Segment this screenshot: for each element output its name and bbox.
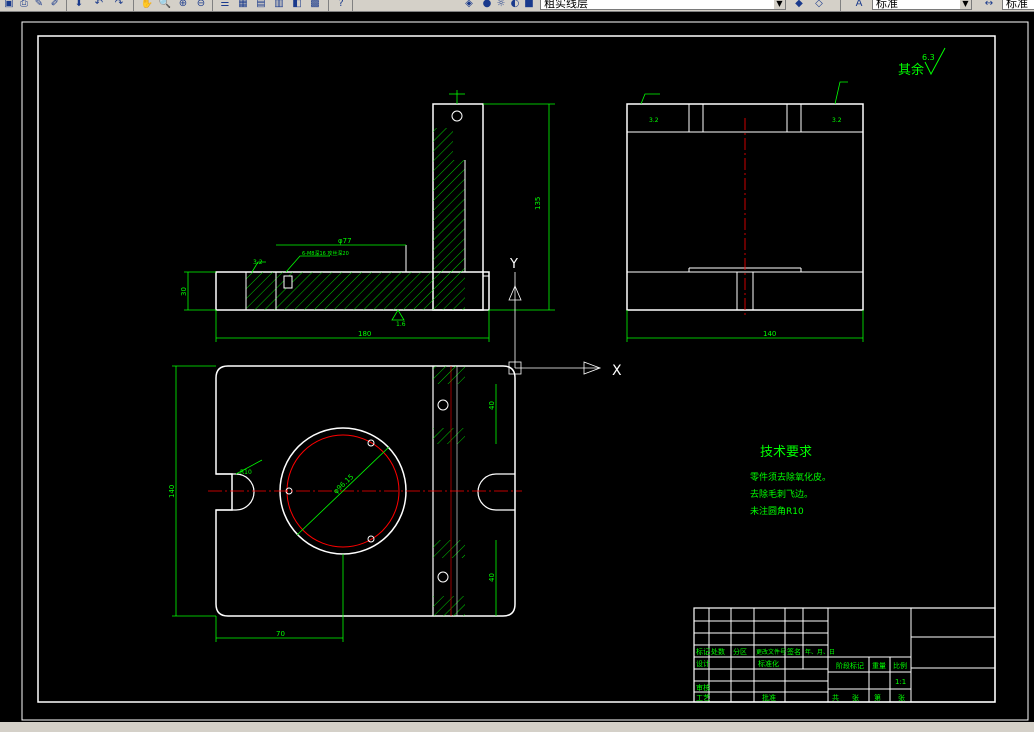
title-block-cell-text: 标准化 xyxy=(758,659,779,668)
side-view: 140 3.2 3.2 xyxy=(626,81,864,342)
dim-style-dropdown[interactable]: 标准 xyxy=(1002,0,1034,10)
chevron-down-icon: ▼ xyxy=(774,0,785,9)
text-style-icon[interactable]: A xyxy=(852,0,866,10)
tool-palette-icon[interactable]: ▤ xyxy=(254,0,268,10)
top-height-dim: 140 xyxy=(168,485,176,498)
title-block-cell-text: 处数 xyxy=(711,647,725,656)
roughness-note: 其余 6.3 xyxy=(898,47,946,78)
tech-requirement-line: 未注圆角R10 xyxy=(750,505,804,517)
roughness-note-text: 其余 xyxy=(898,62,924,78)
text-style-name: 标准 xyxy=(876,0,898,10)
axis-y-label: Y xyxy=(509,257,518,272)
front-width-dim: 180 xyxy=(358,330,371,338)
title-block-cell-text: 工艺 xyxy=(696,694,710,702)
layer-previous-icon[interactable]: ◇ xyxy=(812,0,826,10)
title-block-cell-text: 设计 xyxy=(696,659,710,668)
undo-icon[interactable]: ↶ xyxy=(92,0,106,10)
chevron-down-icon: ▼ xyxy=(960,0,971,9)
roughness-value: 6.3 xyxy=(922,53,935,62)
layer-lock-icon: ◐ xyxy=(510,0,520,9)
title-block-cell-text: 第 xyxy=(874,693,881,702)
properties-icon[interactable]: ☰ xyxy=(218,0,232,10)
front-rough-b: 1.6 xyxy=(396,321,406,328)
title-block-cell-text: 年、月、日 xyxy=(805,648,835,656)
drawing-canvas[interactable]: 其余 6.3 180 135 30 φ77 3.2 1.6 6-M8深16 攻丝… xyxy=(0,12,1034,722)
top-hole-b-dim: 40 xyxy=(488,573,496,582)
edit-icon[interactable]: ✐ xyxy=(48,0,62,10)
help-icon[interactable]: ? xyxy=(334,0,348,10)
make-current-icon[interactable]: ◆ xyxy=(792,0,806,10)
title-block-cell-text: 批准 xyxy=(762,693,776,702)
dim-style-icon[interactable]: ↔ xyxy=(982,0,996,10)
layer-manager-icon[interactable]: ◈ xyxy=(462,0,476,10)
title-block-cell-text: 比例 xyxy=(893,661,907,670)
layer-on-icon: ● xyxy=(482,0,492,9)
top-r-dim: R10 xyxy=(240,469,252,476)
layer-freeze-icon: ☼ xyxy=(496,0,506,9)
outer-frame xyxy=(21,21,1029,721)
layer-dropdown[interactable]: 粗实线层 ▼ xyxy=(540,0,786,10)
title-block-cell-text: 共 xyxy=(832,693,839,702)
text-style-dropdown[interactable]: 标准 ▼ xyxy=(872,0,972,10)
print-icon[interactable]: ⎙ xyxy=(17,0,31,10)
ucs-icon: Y X xyxy=(508,257,622,379)
layer-name: 粗实线层 xyxy=(544,0,588,10)
zoom-previous-icon[interactable]: ⊖ xyxy=(194,0,208,10)
pen-icon[interactable]: ✎ xyxy=(32,0,46,10)
title-block-cell-text: 分区 xyxy=(733,647,747,656)
title-block-cell-text: 张 xyxy=(852,693,859,702)
side-rough-b: 3.2 xyxy=(832,117,842,124)
front-note: 6-M8深16 攻丝深20 xyxy=(302,250,349,257)
zoom-window-icon[interactable]: ⊕ xyxy=(176,0,190,10)
title-block-cell-text: 审核 xyxy=(696,683,710,692)
top-circle-dim: φ96.15 xyxy=(332,473,355,496)
title-block-cell-text: 阶段标记 xyxy=(836,661,864,670)
title-block-cell-text: 更改文件号 xyxy=(756,648,786,656)
side-rough-a: 3.2 xyxy=(649,117,659,124)
title-block-cell-text: 1:1 xyxy=(895,678,906,686)
design-center-icon[interactable]: ▦ xyxy=(236,0,250,10)
zoom-realtime-icon[interactable]: 🔍 xyxy=(158,0,172,10)
save-icon[interactable]: ▣ xyxy=(2,0,16,10)
bottom-scrollbar[interactable] xyxy=(0,722,1034,732)
axis-x-label: X xyxy=(612,363,622,379)
title-block-cell-text: 签名 xyxy=(787,647,801,656)
redo-icon[interactable]: ↷ xyxy=(112,0,126,10)
sheet-set-icon[interactable]: ▥ xyxy=(272,0,286,10)
cad-toolbar: ▣ ⎙ ✎ ✐ ⬇ ↶ ↷ ✋ 🔍 ⊕ ⊖ ☰ ▦ ▤ ▥ ◧ ▩ ? ◈ ● … xyxy=(0,0,1034,12)
layer-color-icon: ■ xyxy=(524,0,534,9)
inner-frame xyxy=(37,35,996,703)
tech-requirement-line: 零件须去除氧化皮。 xyxy=(750,471,831,483)
front-slot-dim: φ77 xyxy=(338,237,352,245)
markup-icon[interactable]: ◧ xyxy=(290,0,304,10)
side-width-dim: 140 xyxy=(763,330,776,338)
tech-requirements: 技术要求 零件须去除氧化皮。 去除毛刺飞边。 未注圆角R10 xyxy=(750,445,831,517)
title-block: 标记 处数 分区 更改文件号 签名 年、月、日 设计 标准化 审核 工艺 批准 … xyxy=(693,607,996,703)
calculator-icon[interactable]: ▩ xyxy=(308,0,322,10)
front-view: 180 135 30 φ77 3.2 1.6 6-M8深16 攻丝深20 xyxy=(180,90,555,342)
front-rough-a: 3.2 xyxy=(253,259,263,266)
top-offset-dim: 70 xyxy=(276,630,285,638)
top-view: φ96.15 140 70 R10 40 40 xyxy=(168,365,522,642)
tech-requirement-line: 去除毛刺飞边。 xyxy=(750,488,813,500)
title-block-cell-text: 标记 xyxy=(696,647,710,656)
dim-style-name: 标准 xyxy=(1006,0,1028,10)
arrow-down-icon[interactable]: ⬇ xyxy=(72,0,86,10)
title-block-cell-text: 张 xyxy=(898,693,905,702)
front-height-dim: 135 xyxy=(534,197,542,210)
pan-icon[interactable]: ✋ xyxy=(140,0,154,10)
tech-requirements-title: 技术要求 xyxy=(760,445,812,460)
top-hole-a-dim: 40 xyxy=(488,401,496,410)
front-base-dim: 30 xyxy=(180,287,188,296)
title-block-cell-text: 重量 xyxy=(872,662,886,670)
